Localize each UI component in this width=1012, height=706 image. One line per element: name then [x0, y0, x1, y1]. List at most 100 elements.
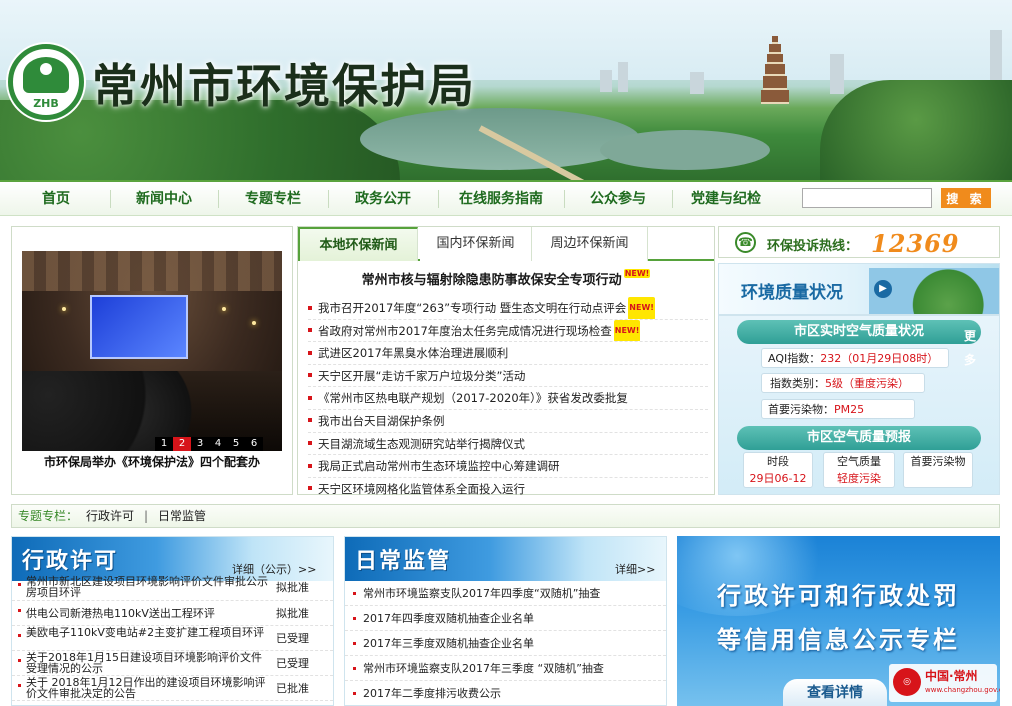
play-arrow-icon: ▶: [874, 280, 892, 298]
header-banner: ZHB 常州市环境保护局: [0, 0, 1012, 180]
logo-sun-icon: [40, 63, 52, 75]
permit-item-status: 已受理: [276, 632, 309, 645]
pager-5[interactable]: 5: [227, 437, 245, 451]
news-item[interactable]: 天宁区开展“走访千家万户垃圾分类”活动: [308, 365, 708, 388]
site-logo[interactable]: ZHB: [8, 44, 84, 120]
monitor-panel-header: 日常监管 详细>>: [345, 537, 666, 581]
permit-list: 常州市新北区建设项目环境影响评价文件审批公示房项目环评 拟批准 供电公司新港热电1…: [12, 576, 333, 701]
monitor-list: 常州市环境监察支队2017年四季度“双随机”抽查 2017年四季度双随机抽查企业…: [345, 581, 666, 705]
nav-divider: [672, 190, 673, 208]
monitor-item[interactable]: 常州市环境监察支队2017年四季度“双随机”抽查: [345, 581, 666, 606]
permit-item[interactable]: 美欧电子110kV变电站#2主变扩建工程项目环评 已受理: [12, 626, 333, 651]
hotline-number: 12369: [871, 229, 960, 258]
monitor-item[interactable]: 2017年二季度排污收费公示: [345, 681, 666, 705]
tab-domestic-news[interactable]: 国内环保新闻: [420, 227, 532, 261]
env-quality-banner[interactable]: 环境质量状况 ▶: [718, 263, 1000, 315]
nav-item-public[interactable]: 公众参与: [566, 182, 670, 216]
nav-item-service-guide[interactable]: 在线服务指南: [440, 182, 562, 216]
site-title[interactable]: 常州市环境保护局: [92, 50, 476, 116]
special-link-permit[interactable]: 行政许可: [86, 505, 134, 527]
news-item[interactable]: 我市召开2017年度“263”专项行动 暨生态文明在行动点评会 NEW!: [308, 297, 708, 320]
permit-item-title: 关于 2018年1月12日作出的建设项目环境影响评价文件审批决定的公告: [26, 676, 266, 700]
nav-divider: [438, 190, 439, 208]
permit-item[interactable]: 常州市新北区建设项目环境影响评价文件审批公示房项目环评 拟批准: [12, 575, 333, 601]
projector-screen: [90, 295, 188, 359]
monitor-item[interactable]: 2017年四季度双随机抽查企业名单: [345, 606, 666, 631]
new-badge: NEW!: [613, 319, 641, 342]
nav-divider: [564, 190, 565, 208]
logo-text: ZHB: [33, 97, 59, 110]
tab-nearby-news[interactable]: 周边环保新闻: [532, 227, 648, 261]
page: ZHB 常州市环境保护局 首页 新闻中心 专题专栏 政务公开 在线服务指南 公众…: [0, 0, 1012, 706]
aq-more-link[interactable]: 更多: [959, 324, 981, 372]
forecast-quality-label: 空气质量: [837, 455, 881, 468]
news-item[interactable]: 武进区2017年黑臭水体治理进展顺利: [308, 342, 708, 365]
aqi-label: AQI指数：: [768, 352, 821, 365]
monitor-more-link[interactable]: 详细>>: [615, 561, 655, 577]
nav-divider: [218, 190, 219, 208]
monitor-item[interactable]: 常州市环境监察支队2017年三季度 “双随机”抽查: [345, 656, 666, 681]
monitor-item[interactable]: 2017年三季度双随机抽查企业名单: [345, 631, 666, 656]
credit-info-banner[interactable]: 行政许可和行政处罚 等信用信息公示专栏 查看详情 ◎ 中国·常州 www.cha…: [677, 536, 1000, 706]
permit-item[interactable]: 供电公司新港热电110kV送出工程环评 拟批准: [12, 601, 333, 626]
forecast-quality-value: 轻度污染: [837, 472, 881, 485]
pager-1[interactable]: 1: [155, 437, 173, 451]
nav-item-special[interactable]: 专题专栏: [220, 182, 326, 216]
permit-item[interactable]: 关于 2018年1月12日作出的建设项目环境影响评价文件审批决定的公告 已批准: [12, 676, 333, 701]
news-item[interactable]: 我局正式启动常州市生态环境监控中心筹建调研: [308, 455, 708, 478]
news-list: 我市召开2017年度“263”专项行动 暨生态文明在行动点评会 NEW! 省政府对…: [308, 297, 708, 500]
permit-item-title: 关于2018年1月15日建设项目环境影响评价文件受理情况的公示: [26, 651, 262, 675]
view-details-button[interactable]: 查看详情: [783, 679, 887, 706]
news-item[interactable]: 《常州市区热电联产规划（2017-2020年）》获省发改委批复: [308, 387, 708, 410]
search-input[interactable]: [802, 188, 932, 208]
nav-item-government[interactable]: 政务公开: [330, 182, 436, 216]
category-label: 指数类别：: [770, 377, 825, 390]
monitor-panel: 日常监管 详细>> 常州市环境监察支队2017年四季度“双随机”抽查 2017年…: [344, 536, 667, 706]
news-item[interactable]: 天宁区环境网格化监管体系全面投入运行: [308, 478, 708, 501]
slideshow-image[interactable]: [22, 251, 282, 451]
forecast-header: 市区空气质量预报: [737, 426, 981, 450]
special-topics-bar: 专题专栏： 行政许可 | 日常监管: [11, 504, 1000, 528]
news-item[interactable]: 省政府对常州市2017年度治太任务完成情况进行现场检查 NEW!: [308, 319, 708, 343]
monitor-panel-title: 日常监管: [355, 549, 452, 574]
complaint-hotline: ☎ 环保投诉热线： 12369: [718, 226, 1000, 258]
forecast-time-value: 29日06-12: [749, 472, 807, 485]
banner-building: [830, 54, 844, 94]
realtime-aq-title: 市区实时空气质量状况: [793, 324, 924, 339]
nav-divider: [110, 190, 111, 208]
search-button[interactable]: 搜 索: [941, 188, 991, 208]
pager-6[interactable]: 6: [245, 437, 263, 451]
pager-4[interactable]: 4: [209, 437, 227, 451]
permit-item-status: 拟批准: [276, 581, 309, 594]
changzhou-seal-icon: ◎: [893, 668, 921, 696]
news-headline[interactable]: 常州市核与辐射除隐患防事故保安全专项行动 NEW!: [298, 269, 714, 288]
env-quality-title: 环境质量状况: [741, 283, 843, 303]
new-badge: NEW!: [628, 297, 655, 319]
aqi-row: AQI指数：232（01月29日08时）: [761, 348, 949, 368]
banner-pagoda: [760, 36, 790, 106]
special-link-monitor[interactable]: 日常监管: [158, 505, 206, 527]
headline-text: 常州市核与辐射除隐患防事故保安全专项行动: [361, 273, 622, 288]
slideshow-caption[interactable]: 市环保局举办《环境保护法》四个配套办: [12, 453, 292, 470]
forecast-pollutant-cell: 首要污染物: [903, 452, 973, 488]
nav-item-news[interactable]: 新闻中心: [112, 182, 216, 216]
forecast-time-label: 时段: [767, 455, 789, 468]
credit-title-line2: 等信用信息公示专栏: [717, 626, 960, 654]
permit-item[interactable]: 关于2018年1月15日建设项目环境影响评价文件受理情况的公示 已受理: [12, 651, 333, 676]
news-item[interactable]: 我市出台天目湖保护条例: [308, 410, 708, 433]
permit-item-status: 已受理: [276, 657, 309, 670]
nav-item-home[interactable]: 首页: [6, 182, 106, 216]
nav-divider: [328, 190, 329, 208]
pager-3[interactable]: 3: [191, 437, 209, 451]
changzhou-gov-logo[interactable]: ◎ 中国·常州 www.changzhou.gov.cn: [889, 664, 1000, 702]
air-quality-panel: 市区实时空气质量状况 更多 AQI指数：232（01月29日08时） 指数类别：…: [718, 315, 1000, 495]
special-topics-label: 专题专栏：: [18, 509, 79, 523]
pollutant-row: 首要污染物：PM25: [761, 399, 915, 419]
nav-item-party[interactable]: 党建与纪检: [674, 182, 778, 216]
news-item[interactable]: 天目湖流域生态观测研究站举行揭牌仪式: [308, 433, 708, 456]
pollutant-label: 首要污染物：: [768, 403, 834, 416]
forecast-quality-cell: 空气质量 轻度污染: [823, 452, 895, 488]
pager-2[interactable]: 2: [173, 437, 191, 451]
tab-local-news[interactable]: 本地环保新闻: [298, 227, 418, 261]
permit-panel-title: 行政许可: [22, 549, 119, 574]
